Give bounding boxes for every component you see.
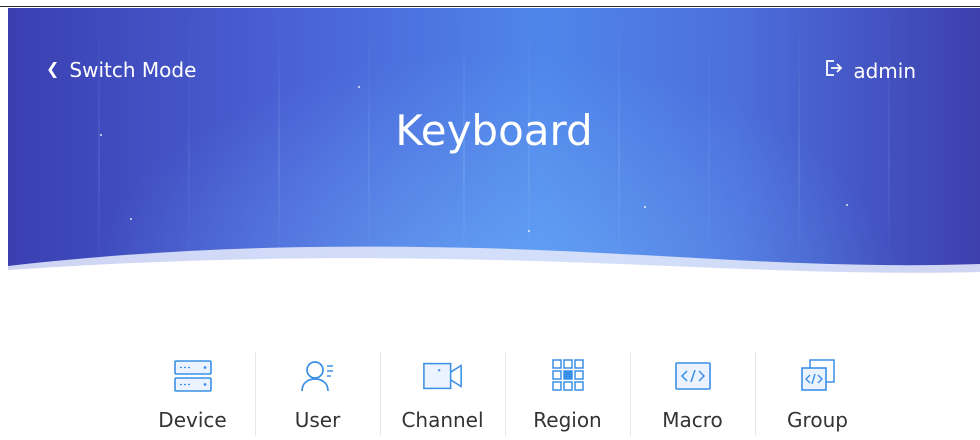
group-code-icon — [797, 356, 839, 396]
star-dot — [358, 86, 360, 88]
user-name: admin — [853, 58, 916, 83]
nav-label: Group — [787, 408, 848, 432]
header-banner: ❮ Switch Mode Keyboard admin — [8, 8, 980, 280]
logout-icon — [823, 58, 843, 83]
nav-label: Region — [533, 408, 602, 432]
nav-label: Channel — [401, 408, 484, 432]
nav-item-user[interactable]: User — [255, 352, 380, 436]
star-dot — [846, 204, 848, 206]
nav-item-device[interactable]: Device — [130, 352, 255, 436]
nav-item-region[interactable]: Region — [505, 352, 630, 436]
user-icon — [297, 356, 339, 396]
star-dot — [130, 218, 132, 220]
nav-label: Device — [158, 408, 227, 432]
star-dot — [644, 206, 646, 208]
camera-icon — [422, 356, 464, 396]
module-nav: Device User Channel Region Macro Group — [130, 352, 890, 440]
banner-wave — [8, 246, 980, 280]
top-border — [0, 0, 980, 7]
grid-icon — [547, 356, 589, 396]
nav-item-macro[interactable]: Macro — [630, 352, 755, 436]
app-window: ❮ Switch Mode Keyboard admin Device User… — [0, 0, 980, 440]
switch-mode-label: Switch Mode — [69, 58, 197, 82]
nav-label: User — [294, 408, 341, 432]
device-icon — [172, 356, 214, 396]
nav-item-group[interactable]: Group — [755, 352, 880, 436]
nav-label: Macro — [662, 408, 723, 432]
switch-mode-button[interactable]: ❮ Switch Mode — [46, 58, 196, 82]
chevron-left-icon: ❮ — [46, 59, 60, 78]
code-icon — [672, 356, 714, 396]
nav-item-channel[interactable]: Channel — [380, 352, 505, 436]
logout-button[interactable]: admin — [823, 58, 916, 83]
page-title: Keyboard — [395, 106, 593, 155]
